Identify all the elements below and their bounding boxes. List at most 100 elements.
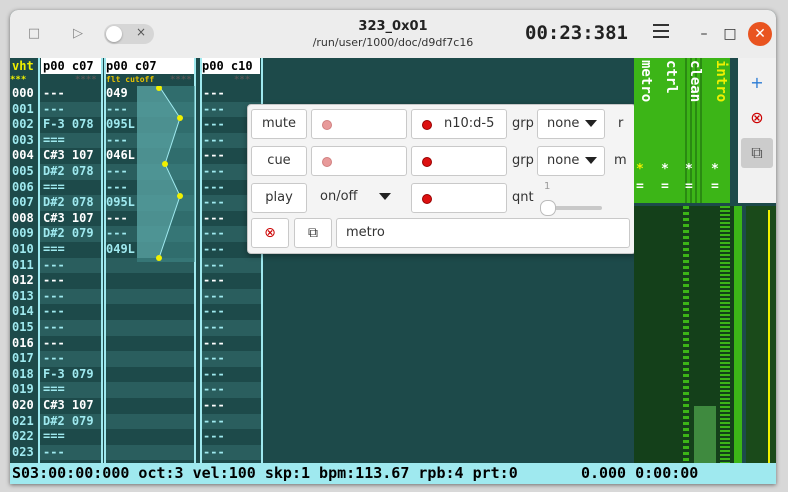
hamburger-menu-icon[interactable] xyxy=(653,24,669,38)
track-header-2[interactable]: clean * = xyxy=(685,58,705,203)
pattern-cell[interactable]: === xyxy=(43,133,65,149)
pattern-cell[interactable]: D#2 079 xyxy=(43,226,94,242)
remove-track-button[interactable]: ⊗ xyxy=(741,103,773,133)
cutoff-automation-curve[interactable] xyxy=(137,86,195,262)
pattern-cell[interactable]: --- xyxy=(203,351,225,367)
pattern-cell[interactable]: 023 xyxy=(12,445,34,461)
pattern-cell[interactable]: 015 xyxy=(12,320,34,336)
cue-button[interactable]: cue xyxy=(251,146,307,176)
pattern-cell[interactable]: --- xyxy=(106,211,128,227)
pattern-cell[interactable]: --- xyxy=(43,273,65,289)
pattern-cell[interactable]: --- xyxy=(203,133,225,149)
pattern-cell[interactable]: --- xyxy=(106,226,128,242)
pattern-cell[interactable]: --- xyxy=(106,180,128,196)
pattern-cell[interactable]: --- xyxy=(43,258,65,274)
pattern-cell[interactable]: --- xyxy=(203,211,225,227)
clone-track-button[interactable]: ⧉ xyxy=(294,218,332,248)
mute-led-button[interactable] xyxy=(311,109,407,139)
pattern-cell[interactable]: 016 xyxy=(12,336,34,352)
cue-note-button[interactable] xyxy=(411,146,507,176)
record-toggle[interactable]: × xyxy=(104,24,154,44)
pattern-cell[interactable]: F-3 078 xyxy=(43,117,94,133)
pattern-cell[interactable]: 020 xyxy=(12,398,34,414)
pattern-cell[interactable]: --- xyxy=(203,226,225,242)
pattern-cell[interactable]: === xyxy=(43,382,65,398)
pattern-cell[interactable]: --- xyxy=(203,429,225,445)
column-header-c10[interactable]: p00 c10 xyxy=(200,58,260,74)
add-track-button[interactable]: + xyxy=(741,68,773,98)
pattern-cell[interactable]: --- xyxy=(43,304,65,320)
pattern-cell[interactable]: --- xyxy=(106,102,128,118)
pattern-cell[interactable]: --- xyxy=(43,102,65,118)
group-dropdown-1[interactable]: none xyxy=(537,109,605,139)
pattern-cell[interactable]: 014 xyxy=(12,304,34,320)
pattern-cell[interactable]: D#2 078 xyxy=(43,195,94,211)
pattern-cell[interactable]: 095L xyxy=(106,117,135,133)
pattern-cell[interactable]: --- xyxy=(106,133,128,149)
pattern-cell[interactable]: --- xyxy=(203,86,225,102)
cue-led-button[interactable] xyxy=(311,146,407,176)
pattern-cell[interactable]: 009 xyxy=(12,226,34,242)
note-button[interactable]: n10:d-5 xyxy=(411,109,507,139)
pattern-cell[interactable]: --- xyxy=(203,273,225,289)
copy-track-button[interactable]: ⧉ xyxy=(741,138,773,168)
play-led-button[interactable] xyxy=(411,183,507,213)
track-buttons[interactable]: * = xyxy=(661,163,669,193)
pattern-cell[interactable]: === xyxy=(43,242,65,258)
play-mode-dropdown[interactable]: on/off xyxy=(311,183,407,213)
close-button[interactable]: ✕ xyxy=(748,22,772,46)
track-eq-button[interactable]: = xyxy=(685,180,693,193)
pattern-cell[interactable]: 046L xyxy=(106,148,135,164)
pattern-cell[interactable]: 004 xyxy=(12,148,34,164)
qnt-slider-handle[interactable] xyxy=(540,200,556,216)
pattern-cell[interactable]: D#2 079 xyxy=(43,414,94,430)
pattern-cell[interactable]: D#2 078 xyxy=(43,164,94,180)
minimize-button[interactable]: – xyxy=(692,22,716,46)
pattern-cell[interactable]: --- xyxy=(203,102,225,118)
track-name-input[interactable]: metro xyxy=(336,218,630,248)
pattern-cell[interactable]: 021 xyxy=(12,414,34,430)
track-eq-button[interactable]: = xyxy=(661,180,669,193)
mute-button[interactable]: mute xyxy=(251,109,307,139)
pattern-cell[interactable]: --- xyxy=(203,148,225,164)
pattern-cell[interactable]: --- xyxy=(203,195,225,211)
pattern-cell[interactable]: 049L xyxy=(106,242,135,258)
play-mode-button[interactable]: play xyxy=(251,183,307,213)
pattern-cell[interactable]: 010 xyxy=(12,242,34,258)
play-button[interactable]: ▷ xyxy=(66,22,90,46)
maximize-button[interactable]: □ xyxy=(718,22,742,46)
track-header-1[interactable]: ctrl * = xyxy=(661,58,681,203)
column-header-cutoff[interactable]: p00 c07 xyxy=(104,58,194,74)
pattern-cell[interactable]: --- xyxy=(203,382,225,398)
pattern-cell[interactable]: 018 xyxy=(12,367,34,383)
track-buttons[interactable]: * = xyxy=(636,163,644,193)
pattern-cell[interactable]: 049 xyxy=(106,86,128,102)
pattern-cell[interactable]: --- xyxy=(203,445,225,461)
group-dropdown-2[interactable]: none xyxy=(537,146,605,176)
pattern-cell[interactable]: --- xyxy=(203,320,225,336)
pattern-cell[interactable]: 008 xyxy=(12,211,34,227)
pattern-cell[interactable]: 003 xyxy=(12,133,34,149)
pattern-cell[interactable]: === xyxy=(43,429,65,445)
track-star-button[interactable]: * xyxy=(636,163,644,176)
pattern-cell[interactable]: 000 xyxy=(12,86,34,102)
pattern-cell[interactable]: --- xyxy=(43,320,65,336)
pattern-cell[interactable]: --- xyxy=(203,117,225,133)
pattern-cell[interactable]: 012 xyxy=(12,273,34,289)
clip-block[interactable] xyxy=(694,406,716,463)
pattern-cell[interactable]: --- xyxy=(203,304,225,320)
track-star-button[interactable]: * xyxy=(711,163,719,176)
pattern-cell[interactable]: C#3 107 xyxy=(43,148,94,164)
track-buttons[interactable]: * = xyxy=(711,163,719,193)
pattern-cell[interactable]: --- xyxy=(43,351,65,367)
pattern-cell[interactable]: C#3 107 xyxy=(43,398,94,414)
track-star-button[interactable]: * xyxy=(661,163,669,176)
pattern-cell[interactable]: --- xyxy=(203,242,225,258)
pattern-cell[interactable]: 019 xyxy=(12,382,34,398)
pattern-cell[interactable]: --- xyxy=(43,86,65,102)
track-star-button[interactable]: * xyxy=(685,163,693,176)
pattern-cell[interactable]: C#3 107 xyxy=(43,211,94,227)
pattern-cell[interactable]: 017 xyxy=(12,351,34,367)
pattern-cell[interactable]: --- xyxy=(203,398,225,414)
track-header-0[interactable]: metro * = xyxy=(636,58,656,203)
